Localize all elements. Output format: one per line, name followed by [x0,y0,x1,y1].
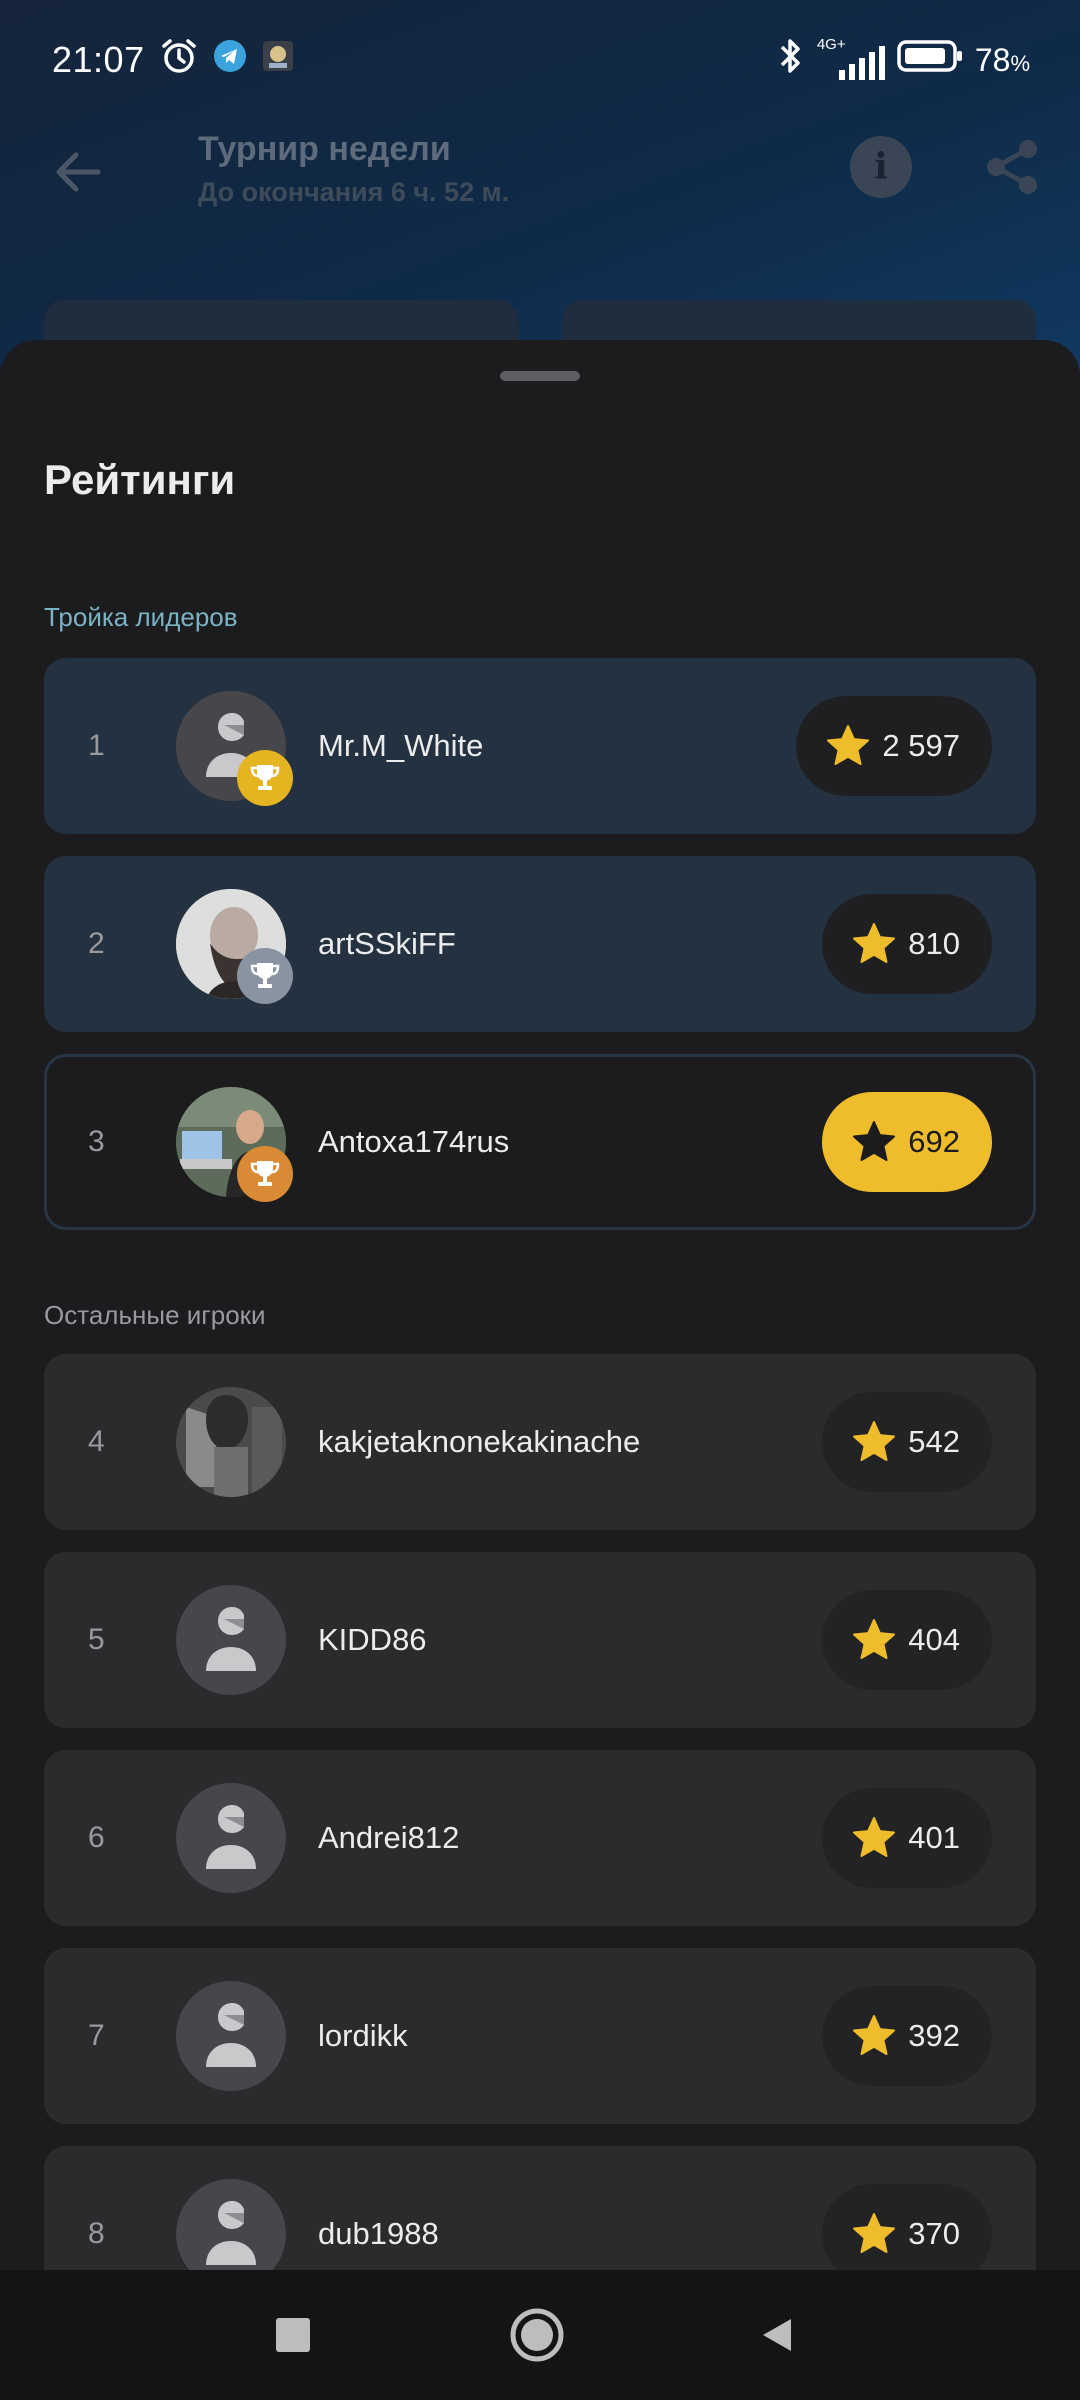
system-back-button[interactable] [744,2302,810,2368]
score-value: 2 597 [882,728,960,763]
leaderboard-row[interactable]: 8 dub1988 370 [44,2146,1036,2270]
score-badge: 370 [822,2184,992,2270]
status-bar: 21:07 4G+ 78% [0,0,1080,120]
page-title: Турнир недели [198,130,451,168]
gold-trophy-badge [237,750,293,806]
player-name: Andrei812 [318,1820,460,1855]
app-bar: Турнир недели До окончания 6 ч. 52 м. i [0,120,1080,220]
rank-number: 1 [88,729,105,762]
trophy-icon [250,765,280,790]
bronze-trophy-badge [237,1146,293,1202]
score-value: 542 [908,1424,960,1459]
star-icon [853,2015,896,2055]
star-icon [853,1421,896,1461]
avatar[interactable] [176,2179,286,2270]
player-name: dub1988 [318,2216,439,2251]
info-button[interactable]: i [850,136,912,198]
leaderboard-row[interactable]: 4 kakjetaknonekakinache 542 [44,1354,1036,1530]
telegram-icon [213,39,247,82]
page-subtitle: До окончания 6 ч. 52 м. [198,177,510,207]
home-button[interactable] [504,2302,570,2368]
score-badge: 404 [822,1590,992,1690]
silver-trophy-badge [237,948,293,1004]
network-type: 4G+ [816,36,846,53]
section-others-label: Остальные игроки [44,1300,266,1330]
score-value: 404 [908,1622,960,1657]
signal-icon: 4G+ [817,36,885,80]
battery-icon [897,39,963,82]
rank-number: 7 [88,2019,105,2052]
score-value: 401 [908,1820,960,1855]
score-value: 370 [908,2216,960,2251]
star-icon [853,923,896,963]
triangle-back-icon [763,2319,791,2351]
score-badge: 392 [822,1986,992,2086]
player-name: Mr.M_White [318,728,484,763]
square-recents-icon [276,2318,310,2352]
star-icon [853,1817,896,1857]
ratings-sheet: Рейтинги Тройка лидеров Остальные игроки… [0,340,1080,2270]
app-notification-icon [261,39,295,82]
player-name: lordikk [318,2018,408,2053]
rank-number: 4 [88,1425,105,1458]
score-value: 810 [908,926,960,961]
default-user-icon [206,2003,256,2067]
star-icon [853,1121,896,1161]
status-time: 21:07 [52,39,145,80]
info-icon: i [874,146,888,188]
star-icon [853,2213,896,2253]
default-user-icon [206,2201,256,2265]
leaderboard-row[interactable]: 5 KIDD86 404 [44,1552,1036,1728]
rank-number: 3 [88,1125,105,1158]
score-badge: 542 [822,1392,992,1492]
leaderboard-row[interactable]: 6 Andrei812 401 [44,1750,1036,1926]
score-badge: 401 [822,1788,992,1888]
back-button[interactable] [48,142,108,202]
recents-button[interactable] [260,2302,326,2368]
avatar[interactable] [176,1387,286,1497]
share-icon [987,140,1037,194]
score-badge: 2 597 [796,696,992,796]
score-value: 692 [908,1124,960,1159]
score-value: 392 [908,2018,960,2053]
trophy-icon [250,1161,280,1186]
avatar-photo [176,1387,286,1497]
leaderboard-row[interactable]: 2 artSSkiFF 810 [44,856,1036,1032]
player-name: artSSkiFF [318,926,456,961]
star-icon [827,725,870,765]
default-user-icon [206,1805,256,1869]
player-name: KIDD86 [318,1622,427,1657]
player-name: kakjetaknonekakinache [318,1424,641,1459]
avatar[interactable] [176,1981,286,2091]
leaderboard-row-current-user[interactable]: 3 Antoxa174rus 692 [44,1054,1036,1230]
player-name: Antoxa174rus [318,1124,510,1159]
battery-level: 78% [974,41,1030,78]
star-icon [853,1619,896,1659]
circle-home-icon [510,2308,564,2362]
avatar[interactable] [176,1585,286,1695]
rank-number: 6 [88,1821,105,1854]
section-leaders-label: Тройка лидеров [44,602,238,632]
alarm-icon [159,36,199,85]
system-nav-bar [0,2270,1080,2400]
leaderboard-row[interactable]: 1 Mr.M_White 2 597 [44,658,1036,834]
rank-number: 5 [88,1623,105,1656]
trophy-icon [250,963,280,988]
share-button[interactable] [982,136,1044,198]
avatar[interactable] [176,1783,286,1893]
score-badge: 810 [822,894,992,994]
arrow-left-icon [56,152,101,192]
sheet-drag-handle[interactable] [500,371,580,381]
rank-number: 2 [88,927,105,960]
leaderboard-row[interactable]: 7 lordikk 392 [44,1948,1036,2124]
bluetooth-icon [775,36,805,85]
sheet-title: Рейтинги [44,456,236,503]
rank-number: 8 [88,2217,105,2250]
default-user-icon [206,1607,256,1671]
score-badge-highlighted: 692 [822,1092,992,1192]
